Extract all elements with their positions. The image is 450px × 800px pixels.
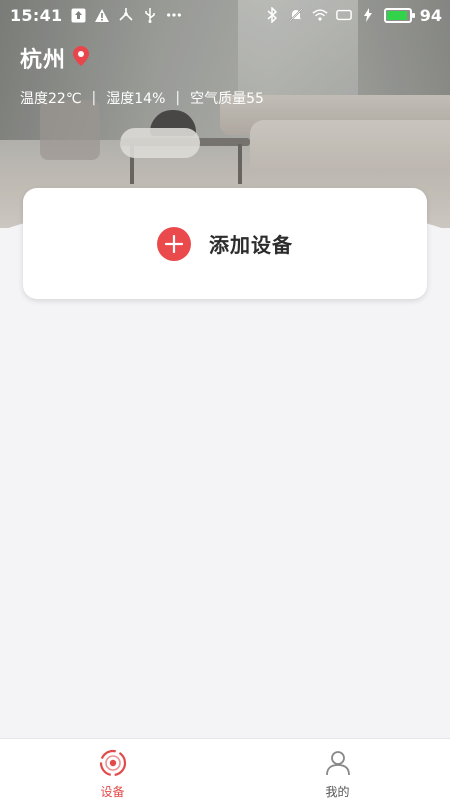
warning-icon: [94, 7, 110, 23]
upload-icon: [70, 7, 86, 23]
battery-percent: 94: [419, 5, 442, 25]
humidity-text: 湿度14%: [106, 91, 166, 107]
location-pin-icon: [72, 45, 90, 71]
share-network-icon: [118, 7, 134, 23]
separator: |: [175, 90, 181, 106]
air-quality-text: 空气质量55: [190, 91, 264, 107]
city-name: 杭州: [20, 48, 67, 73]
add-device-label: 添加设备: [209, 233, 293, 257]
bluetooth-icon: [264, 7, 280, 23]
tab-mine-label: 我的: [325, 785, 350, 799]
status-time: 15:41: [10, 5, 63, 25]
temperature-text: 温度22℃: [20, 91, 82, 107]
separator: |: [91, 90, 97, 106]
status-bar: 15:41 94: [0, 0, 450, 30]
more-dots-icon: [166, 7, 182, 23]
user-profile-icon: [323, 748, 353, 778]
charging-bolt-icon: [360, 7, 376, 23]
usb-icon: [142, 7, 158, 23]
tab-devices-label: 设备: [100, 785, 125, 799]
location-header[interactable]: 杭州: [20, 42, 90, 74]
battery-icon: [383, 7, 415, 23]
tab-mine[interactable]: 我的: [225, 739, 450, 800]
add-device-button[interactable]: 添加设备: [23, 188, 427, 299]
weather-info: 温度22℃ | 湿度14% | 空气质量55: [20, 88, 264, 108]
battery-level-fill: [386, 10, 408, 20]
mute-bell-icon: [288, 7, 304, 23]
plus-circle-icon: [157, 226, 191, 261]
device-tab-icon: [98, 748, 128, 778]
screen-icon: [335, 7, 352, 23]
bottom-tab-bar: 设备 我的: [0, 738, 450, 800]
wifi-icon: [312, 7, 328, 23]
tab-devices[interactable]: 设备: [0, 739, 225, 800]
